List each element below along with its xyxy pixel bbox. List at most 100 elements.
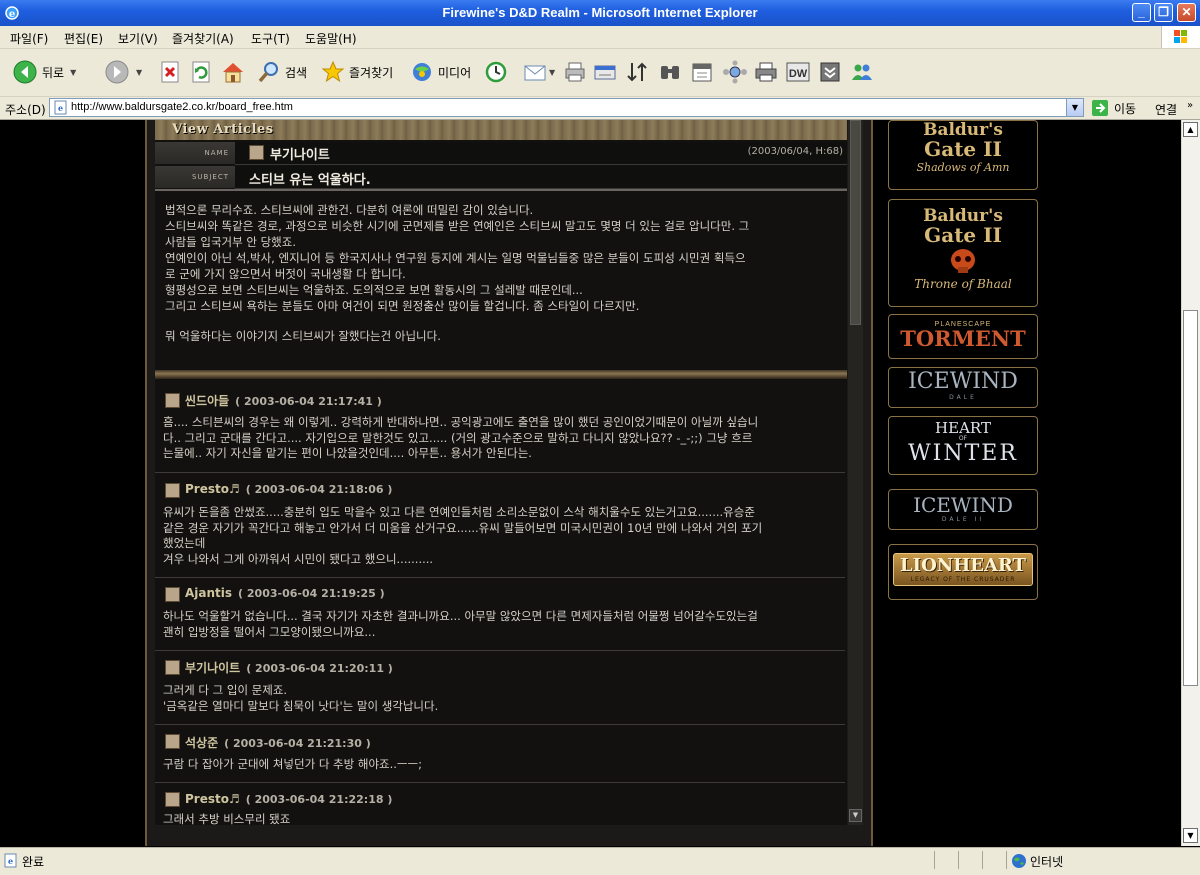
comment-author[interactable]: Presto♬ xyxy=(185,792,240,806)
chevron-right-icon[interactable]: » xyxy=(1187,100,1193,111)
article-scrollbar[interactable]: ▼ xyxy=(848,120,863,825)
skull-icon xyxy=(951,249,975,273)
menu-favorites[interactable]: 즐겨찾기(A) xyxy=(172,30,234,47)
status-text: 완료 xyxy=(22,855,45,869)
favorites-button[interactable]: 즐겨찾기 xyxy=(321,58,393,86)
comment-text: 흠.... 스티븐씨의 경우는 왜 이렇게.. 강력하게 반대하냐면.. 공익광… xyxy=(163,415,759,460)
game-link-lionheart[interactable]: LIONHEART LEGACY OF THE CRUSADER xyxy=(888,544,1038,600)
game-link-bg2-soa[interactable]: Baldur's Gate II Shadows of Amn xyxy=(888,120,1038,190)
address-url: http://www.baldursgate2.co.kr/board_free… xyxy=(71,101,293,113)
back-dropdown-icon[interactable]: ▼ xyxy=(70,68,76,77)
name-label: NAME xyxy=(155,142,235,164)
search-icon xyxy=(258,62,278,83)
comment-author[interactable]: 부기나이트 xyxy=(185,661,240,675)
page-icon: e xyxy=(54,100,67,115)
comment-author[interactable]: 석상준 xyxy=(185,736,218,750)
address-dropdown-icon[interactable]: ▼ xyxy=(1066,99,1083,116)
media-icon xyxy=(413,63,431,81)
subject-label: SUBJECT xyxy=(155,166,235,188)
menu-tools[interactable]: 도구(T) xyxy=(251,30,290,47)
search-button[interactable]: 검색 xyxy=(257,58,307,86)
comment-date: ( 2003-06-04 21:22:18 ) xyxy=(245,793,393,806)
history-button[interactable] xyxy=(484,58,508,86)
minimize-button[interactable]: _ xyxy=(1132,3,1151,22)
binoculars-button[interactable] xyxy=(658,58,682,86)
mail-button[interactable]: ▼ xyxy=(523,58,555,86)
avatar xyxy=(165,792,180,807)
page-scroll-thumb[interactable] xyxy=(1183,310,1198,686)
edit-button[interactable] xyxy=(593,58,617,86)
title-bar: e Firewine's D&D Realm - Microsoft Inter… xyxy=(0,0,1200,26)
forward-button[interactable]: ▼ xyxy=(104,58,142,86)
view-articles-header: View Articles xyxy=(155,120,847,140)
menu-view[interactable]: 보기(V) xyxy=(118,30,158,47)
svg-text:e: e xyxy=(8,856,13,866)
maximize-button[interactable]: ❐ xyxy=(1154,3,1173,22)
svg-text:e: e xyxy=(58,103,63,113)
comment-date: ( 2003-06-04 21:21:30 ) xyxy=(224,737,371,750)
avatar xyxy=(165,660,180,675)
page-scrollbar[interactable]: ▲ ▼ xyxy=(1181,120,1200,846)
comment-author[interactable]: 씬드아들 xyxy=(185,394,229,408)
toolbar: 뒤로 ▼ ▼ 검색 즐겨찾기 미디어 ▼ DW xyxy=(0,49,1200,97)
status-divider xyxy=(934,851,935,869)
home-button[interactable] xyxy=(221,58,245,86)
refresh-button[interactable] xyxy=(191,58,211,86)
post-date: (2003/06/04, H:68) xyxy=(747,146,843,157)
windows-logo-icon xyxy=(1161,26,1200,48)
game-link-icewind-dale[interactable]: ICEWIND DALE xyxy=(888,367,1038,408)
scroll-up-icon[interactable]: ▲ xyxy=(1183,122,1198,137)
menu-edit[interactable]: 편집(E) xyxy=(64,30,103,47)
print-button[interactable] xyxy=(563,58,587,86)
avatar xyxy=(165,393,180,408)
stop-icon xyxy=(161,61,179,83)
game-link-planescape-torment[interactable]: PLANESCAPE TORMENT xyxy=(888,314,1038,359)
comment-author[interactable]: Ajantis xyxy=(185,586,232,600)
game-link-icewind-dale-2[interactable]: ICEWIND DALE II xyxy=(888,489,1038,530)
post-body: 법적으론 무리수죠. 스티브씨에 관한건. 다분히 여론에 떠밀린 감이 있습니… xyxy=(165,203,750,343)
comment-text: 구람 다 잡아가 군대에 쳐넣던가 다 추방 해야죠..ㅡㅡ; xyxy=(163,757,422,771)
messenger-button[interactable] xyxy=(850,58,874,86)
network-button[interactable] xyxy=(722,58,748,86)
sort-button[interactable] xyxy=(625,58,649,86)
game-link-bg2-tob[interactable]: Baldur's Gate II Throne of Bhaal xyxy=(888,199,1038,307)
calendar-button[interactable] xyxy=(690,58,714,86)
close-button[interactable]: ✕ xyxy=(1177,3,1196,22)
address-input[interactable]: e http://www.baldursgate2.co.kr/board_fr… xyxy=(49,98,1084,117)
back-button[interactable]: 뒤로 ▼ xyxy=(12,58,76,86)
favorites-label: 즐겨찾기 xyxy=(349,65,394,80)
binoculars-icon xyxy=(661,66,679,79)
go-button[interactable]: 이동 xyxy=(1091,99,1136,117)
search-label: 검색 xyxy=(285,65,308,80)
scroll-down-icon[interactable]: ▼ xyxy=(849,809,862,822)
status-divider xyxy=(982,851,983,869)
comment-item: Presto♬ ( 2003-06-04 21:22:18 ) 그래서 추방 비스… xyxy=(155,783,845,825)
article-panel: View Articles NAME 부기나이트 (2003/06/04, H:… xyxy=(155,120,847,825)
comment-author[interactable]: Presto♬ xyxy=(185,482,240,496)
avatar xyxy=(165,734,180,749)
forward-dropdown-icon[interactable]: ▼ xyxy=(136,68,142,77)
mail-dropdown-icon[interactable]: ▼ xyxy=(549,68,555,77)
links-button[interactable]: 연결 xyxy=(1155,101,1177,118)
game-link-heart-of-winter[interactable]: HEART OF WINTER xyxy=(888,416,1038,475)
board-frame: View Articles NAME 부기나이트 (2003/06/04, H:… xyxy=(145,120,873,846)
archive-button[interactable] xyxy=(818,58,842,86)
media-label: 미디어 xyxy=(438,65,472,80)
printer2-button[interactable] xyxy=(754,58,778,86)
article-scroll-thumb[interactable] xyxy=(850,120,861,325)
author-name[interactable]: 부기나이트 xyxy=(270,144,330,163)
sort-arrows-icon xyxy=(627,62,647,82)
menu-file[interactable]: 파일(F) xyxy=(10,30,48,47)
dreamweaver-button[interactable]: DW xyxy=(786,58,810,86)
window-title: Firewine's D&D Realm - Microsoft Interne… xyxy=(442,5,758,20)
comment-date: ( 2003-06-04 21:20:11 ) xyxy=(246,662,393,675)
edit-icon xyxy=(594,65,616,80)
scroll-down-icon[interactable]: ▼ xyxy=(1183,828,1198,843)
status-divider xyxy=(1006,851,1007,869)
stop-button[interactable] xyxy=(160,58,180,86)
back-arrow-icon xyxy=(13,60,37,84)
comment-text: 그러게 다 그 입이 문제죠. '금옥같은 열마디 말보다 침묵이 낫다'는 말… xyxy=(163,683,439,713)
media-button[interactable]: 미디어 xyxy=(410,58,471,86)
menu-help[interactable]: 도움말(H) xyxy=(305,30,357,47)
avatar xyxy=(165,587,180,602)
